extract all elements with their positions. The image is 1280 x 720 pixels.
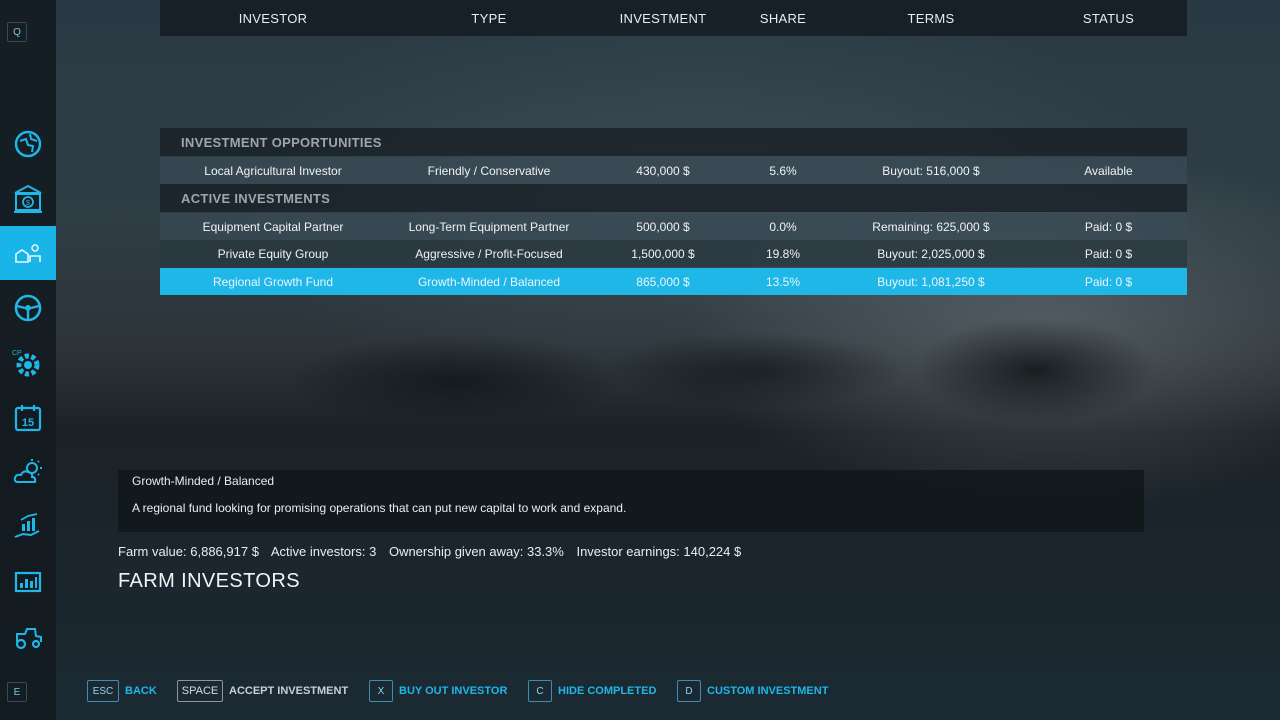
map-icon[interactable] [0, 117, 56, 171]
cell-share: 0.0% [769, 219, 797, 234]
calendar-icon[interactable]: 15 [0, 391, 56, 445]
farm-stats: Farm value: 6,886,917 $ Active investors… [118, 544, 750, 559]
cell-status: Paid: 0 $ [1084, 246, 1133, 261]
back-button[interactable]: ESC BACK [87, 679, 157, 703]
header-share: SHARE [759, 10, 807, 26]
x-key: X [369, 680, 393, 702]
header-status: STATUS [1082, 10, 1135, 26]
custom-investment-label: CUSTOM INVESTMENT [707, 685, 829, 697]
header-investment: INVESTMENT [619, 10, 707, 26]
description-title: Growth-Minded / Balanced [132, 474, 275, 488]
back-label: BACK [125, 685, 157, 697]
cell-terms: Buyout: 516,000 $ [882, 163, 980, 178]
cell-type: Aggressive / Profit-Focused [415, 246, 563, 261]
cell-investor: Equipment Capital Partner [202, 219, 344, 234]
investor-earnings: Investor earnings: 140,224 $ [576, 544, 742, 559]
header-type: TYPE [471, 10, 507, 26]
cell-investment: 430,000 $ [636, 163, 690, 178]
cp-badge-text: CP [12, 350, 22, 357]
hide-completed-label: HIDE COMPLETED [558, 685, 657, 697]
section-active-investments: ACTIVE INVESTMENTS [160, 184, 1187, 212]
table-header: INVESTOR TYPE INVESTMENT SHARE TERMS STA… [160, 0, 1187, 36]
bank-icon[interactable]: $ [0, 172, 56, 226]
cell-share: 5.6% [769, 163, 797, 178]
buy-out-investor-button[interactable]: X BUY OUT INVESTOR [369, 679, 507, 703]
accept-investment-button[interactable]: SPACE ACCEPT INVESTMENT [177, 679, 348, 703]
active-investors: Active investors: 3 [270, 544, 377, 559]
cell-terms: Buyout: 2,025,000 $ [877, 246, 985, 261]
custom-investment-button[interactable]: D CUSTOM INVESTMENT [677, 679, 828, 703]
d-key: D [677, 680, 701, 702]
next-page-key[interactable]: E [7, 682, 27, 702]
cell-terms: Buyout: 1,081,250 $ [877, 274, 985, 289]
esc-key: ESC [87, 680, 119, 702]
farm-investors-icon[interactable] [0, 226, 56, 280]
space-key: SPACE [177, 680, 223, 702]
cell-investment: 500,000 $ [636, 219, 690, 234]
settings-gear-icon[interactable]: CP [0, 336, 56, 390]
cell-type: Growth-Minded / Balanced [417, 274, 561, 289]
cell-share: 13.5% [765, 274, 801, 289]
table-row[interactable]: Local Agricultural Investor Friendly / C… [160, 157, 1187, 184]
cell-terms: Remaining: 625,000 $ [872, 219, 990, 234]
header-investor: INVESTOR [238, 10, 308, 26]
weather-icon[interactable] [0, 445, 56, 499]
header-terms: TERMS [907, 10, 955, 26]
section-investment-opportunities: INVESTMENT OPPORTUNITIES [160, 128, 1187, 156]
sidebar: Q $ CP 15 E [0, 0, 56, 720]
svg-text:15: 15 [22, 417, 34, 429]
description-text: A regional fund looking for promising op… [132, 501, 627, 515]
cell-type: Friendly / Conservative [427, 163, 551, 178]
cell-status: Paid: 0 $ [1084, 274, 1133, 289]
prev-page-key[interactable]: Q [7, 22, 27, 42]
table-row-selected[interactable]: Regional Growth Fund Growth-Minded / Bal… [160, 268, 1187, 295]
vehicle-icon[interactable] [0, 610, 56, 664]
svg-text:$: $ [26, 200, 30, 207]
farm-value: Farm value: 6,886,917 $ [118, 544, 259, 559]
cell-investor: Regional Growth Fund [212, 274, 334, 289]
cell-share: 19.8% [765, 246, 801, 261]
accept-investment-label: ACCEPT INVESTMENT [229, 685, 349, 697]
cell-investment: 1,500,000 $ [631, 246, 695, 261]
table-row[interactable]: Private Equity Group Aggressive / Profit… [160, 240, 1187, 267]
table-row[interactable]: Equipment Capital Partner Long-Term Equi… [160, 213, 1187, 240]
cell-type: Long-Term Equipment Partner [408, 219, 570, 234]
cell-investor: Private Equity Group [217, 246, 329, 261]
cell-investor: Local Agricultural Investor [204, 163, 342, 178]
page-title: FARM INVESTORS [118, 570, 300, 592]
cell-status: Available [1084, 163, 1133, 178]
description-panel: Growth-Minded / Balanced A regional fund… [118, 470, 1144, 532]
hide-completed-button[interactable]: C HIDE COMPLETED [528, 679, 656, 703]
ownership-given-away: Ownership given away: 33.3% [388, 544, 564, 559]
steering-wheel-icon[interactable] [0, 281, 56, 335]
c-key: C [528, 680, 552, 702]
buy-out-investor-label: BUY OUT INVESTOR [399, 685, 508, 697]
cell-status: Paid: 0 $ [1084, 219, 1133, 234]
statistics-icon[interactable] [0, 555, 56, 609]
cell-investment: 865,000 $ [636, 274, 690, 289]
finance-hand-icon[interactable] [0, 500, 56, 554]
background-scenery [56, 300, 1280, 440]
